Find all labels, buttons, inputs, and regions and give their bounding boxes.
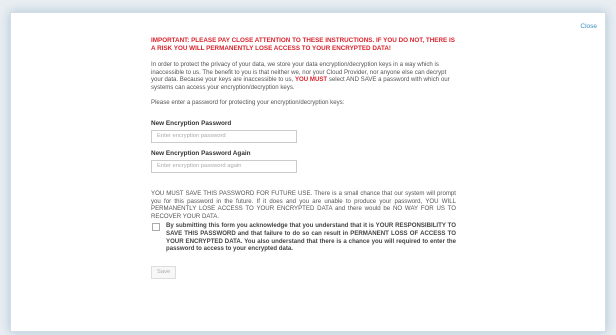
acknowledge-checkbox[interactable] [152,223,160,232]
warning-message: IMPORTANT: PLEASE PAY CLOSE ATTENTION TO… [151,37,455,52]
save-button[interactable]: Save [151,265,177,279]
dialog-content: IMPORTANT: PLEASE PAY CLOSE ATTENTION TO… [151,37,456,279]
acknowledge-text: By submitting this form you acknowledge … [166,222,456,253]
password-prompt: Please enter a password for protecting y… [151,99,345,107]
close-link[interactable]: Close [580,23,597,30]
save-password-notice: YOU MUST SAVE THIS PASSWORD FOR FUTURE U… [151,189,456,220]
new-password-input[interactable] [151,129,297,143]
new-password-label: New Encryption Password [151,119,232,127]
privacy-paragraph: In order to protect the privacy of your … [151,61,456,91]
confirm-password-input[interactable] [151,159,297,173]
you-must-emphasis: YOU MUST [294,76,328,84]
encryption-password-dialog: Close IMPORTANT: PLEASE PAY CLOSE ATTENT… [10,12,606,332]
confirm-password-label: New Encryption Password Again [151,149,251,157]
acknowledge-row: By submitting this form you acknowledge … [151,222,456,252]
